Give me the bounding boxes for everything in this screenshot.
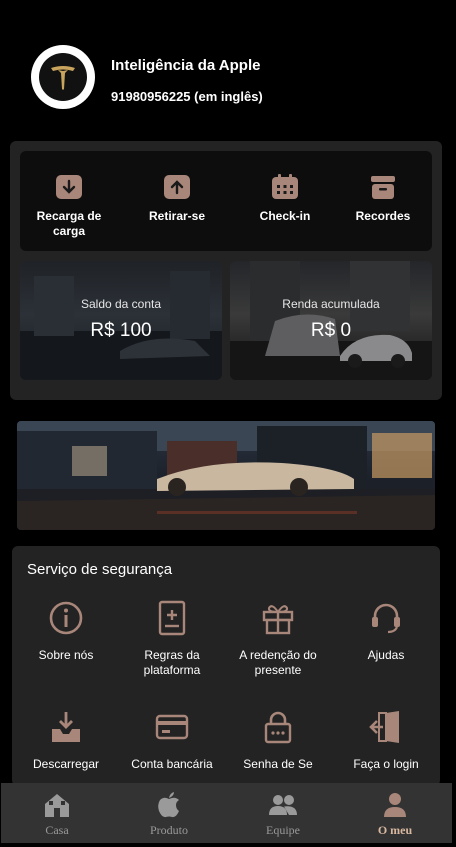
info-icon <box>48 600 84 636</box>
about-us-button[interactable]: Sobre nós <box>13 600 119 663</box>
accumulated-income-value: R$ 0 <box>310 320 352 341</box>
checkin-button[interactable]: Check-in <box>240 173 330 224</box>
security-service-section: Serviço de segurança Sobre nós Regras da… <box>12 546 440 786</box>
user-icon <box>339 791 451 819</box>
tab-mine-label: O meu <box>377 823 413 837</box>
tab-home-label: Casa <box>45 823 69 837</box>
tab-product-label: Produto <box>149 823 188 837</box>
withdraw-button[interactable]: Retirar-se <box>132 173 222 224</box>
logout-icon <box>368 709 404 745</box>
recharge-label: Recarga de carga <box>36 209 102 238</box>
banner-car-image <box>17 421 435 530</box>
security-password-label: Senha de Se <box>243 757 313 771</box>
download-button[interactable]: Descarregar <box>13 709 119 772</box>
logout-label: Faça o login <box>353 757 419 771</box>
quick-actions: Recarga de carga Retirar-se Check-in Rec… <box>20 151 432 251</box>
help-label: Ajudas <box>367 648 405 662</box>
bank-card-icon <box>154 709 190 745</box>
checkin-label: Check-in <box>259 209 311 223</box>
gift-redemption-button[interactable]: A redenção do presente <box>225 600 331 678</box>
bank-account-label: Conta bancária <box>131 757 213 771</box>
recharge-button[interactable]: Recarga de carga <box>24 173 114 239</box>
records-button[interactable]: Recordes <box>338 173 428 224</box>
promo-banner[interactable] <box>17 421 435 530</box>
help-button[interactable]: Ajudas <box>333 600 439 663</box>
tab-mine[interactable]: O meu <box>339 791 451 838</box>
download-label: Descarregar <box>32 757 100 771</box>
tab-home[interactable]: Casa <box>1 791 113 838</box>
recharge-icon <box>54 173 84 201</box>
gift-redemption-label: A redenção do presente <box>239 648 317 677</box>
tab-team-label: Equipe <box>266 823 300 837</box>
records-icon <box>368 173 398 201</box>
service-section-title: Serviço de segurança <box>27 561 173 578</box>
logout-button[interactable]: Faça o login <box>333 709 439 772</box>
tab-product[interactable]: Produto <box>113 791 225 838</box>
account-balance-value: R$ 100 <box>90 320 152 341</box>
user-name: Inteligência da Apple <box>111 57 261 74</box>
user-phone: 91980956225 (em inglês) <box>111 89 263 104</box>
accumulated-income-title: Renda acumulada <box>282 297 380 311</box>
calendar-icon <box>270 173 300 201</box>
account-balance-card[interactable]: Saldo da conta R$ 100 <box>20 261 222 380</box>
download-icon <box>48 709 84 745</box>
apple-icon <box>113 791 225 819</box>
tab-team[interactable]: Equipe <box>227 791 339 838</box>
rules-icon <box>154 600 190 636</box>
withdraw-icon <box>162 173 192 201</box>
gift-icon <box>260 600 296 636</box>
bottom-tab-bar: Casa Produto Equipe O meu <box>1 783 452 843</box>
headset-icon <box>368 600 404 636</box>
accumulated-income-card[interactable]: Renda acumulada R$ 0 <box>230 261 432 380</box>
profile-header: Inteligência da Apple 91980956225 (em in… <box>31 45 431 115</box>
account-balance-title: Saldo da conta <box>80 297 162 311</box>
tesla-logo-icon <box>39 53 87 101</box>
bank-account-button[interactable]: Conta bancária <box>119 709 225 772</box>
platform-rules-button[interactable]: Regras da plataforma <box>119 600 225 678</box>
records-label: Recordes <box>355 209 411 223</box>
home-icon <box>1 791 113 819</box>
withdraw-label: Retirar-se <box>148 209 206 223</box>
lock-icon <box>260 709 296 745</box>
about-us-label: Sobre nós <box>38 648 94 662</box>
team-icon <box>227 791 339 819</box>
platform-rules-label: Regras da plataforma <box>143 648 201 677</box>
avatar[interactable] <box>31 45 95 109</box>
wallet-panel: Recarga de carga Retirar-se Check-in Rec… <box>10 141 442 400</box>
security-password-button[interactable]: Senha de Se <box>225 709 331 772</box>
